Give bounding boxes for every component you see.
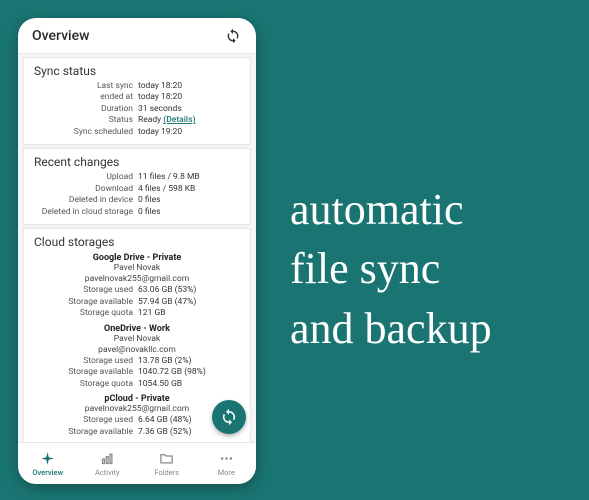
nav-more[interactable]: More (197, 443, 257, 484)
folder-icon (159, 451, 175, 467)
storage-name: Google Drive - Private (34, 253, 240, 263)
sync-row: StatusReady (Details) (34, 115, 240, 126)
sync-status-title: Sync status (34, 64, 240, 78)
storage-row: Storage available7.36 GB (52%) (34, 427, 240, 438)
bottom-nav: Overview Activity Folders More (18, 442, 256, 484)
storage-block[interactable]: OneDrive - Work Pavel Novak pavel@novakl… (34, 324, 240, 391)
storage-email: pavel@novakllc.com (34, 345, 240, 356)
storage-row: Storage available1040.72 GB (98%) (34, 367, 240, 378)
sparkle-icon (40, 451, 56, 467)
more-icon (218, 451, 234, 467)
promo-line-2: file sync (290, 239, 492, 298)
promo-line-1: automatic (290, 180, 492, 239)
page-title: Overview (32, 28, 89, 44)
change-row: Upload11 files / 9.8 MB (34, 172, 240, 183)
change-row: Deleted in cloud storage0 files (34, 207, 240, 218)
sync-row: Last synctoday 18:20 (34, 81, 240, 92)
change-row: Download4 files / 598 KB (34, 184, 240, 195)
sync-icon (225, 28, 241, 44)
storage-block[interactable]: pCloud - Private pavelnovak255@gmail.com… (34, 394, 240, 438)
storage-user: Pavel Novak (34, 263, 240, 274)
storage-row: Storage quota121 GB (34, 308, 240, 319)
storage-name: OneDrive - Work (34, 324, 240, 334)
nav-overview[interactable]: Overview (18, 443, 78, 484)
sync-row: Duration31 seconds (34, 104, 240, 115)
storage-row: Storage used6.64 GB (48%) (34, 415, 240, 426)
sync-fab[interactable] (212, 400, 246, 434)
cloud-storages-title: Cloud storages (34, 235, 240, 249)
storage-row: Storage quota1054.50 GB (34, 379, 240, 390)
app-bar: Overview (18, 18, 256, 54)
sync-status-card: Sync status Last synctoday 18:20 ended a… (23, 57, 251, 145)
storage-row: Storage available57.94 GB (47%) (34, 297, 240, 308)
content-scroll[interactable]: Sync status Last synctoday 18:20 ended a… (18, 54, 256, 442)
storage-email: pavelnovak255@gmail.com (34, 274, 240, 285)
storage-row: Storage used13.78 GB (2%) (34, 356, 240, 367)
chart-icon (99, 451, 115, 467)
nav-activity[interactable]: Activity (78, 443, 138, 484)
promo-line-3: and backup (290, 299, 492, 358)
storage-email: pavelnovak255@gmail.com (34, 404, 240, 415)
promo-tagline: automatic file sync and backup (290, 180, 492, 358)
change-row: Deleted in device0 files (34, 195, 240, 206)
phone-frame: Overview Sync status Last synctoday 18:2… (18, 18, 256, 484)
sync-row: Sync scheduledtoday 19:20 (34, 127, 240, 138)
storage-block[interactable]: Google Drive - Private Pavel Novak pavel… (34, 253, 240, 320)
storage-user: Pavel Novak (34, 334, 240, 345)
sync-icon (220, 408, 238, 426)
sync-row: ended attoday 18:20 (34, 92, 240, 103)
storage-name: pCloud - Private (34, 394, 240, 404)
storage-row: Storage used63.06 GB (53%) (34, 285, 240, 296)
details-link[interactable]: (Details) (163, 115, 195, 125)
nav-folders[interactable]: Folders (137, 443, 197, 484)
recent-changes-title: Recent changes (34, 155, 240, 169)
sync-button[interactable] (224, 27, 242, 45)
recent-changes-card: Recent changes Upload11 files / 9.8 MB D… (23, 148, 251, 225)
